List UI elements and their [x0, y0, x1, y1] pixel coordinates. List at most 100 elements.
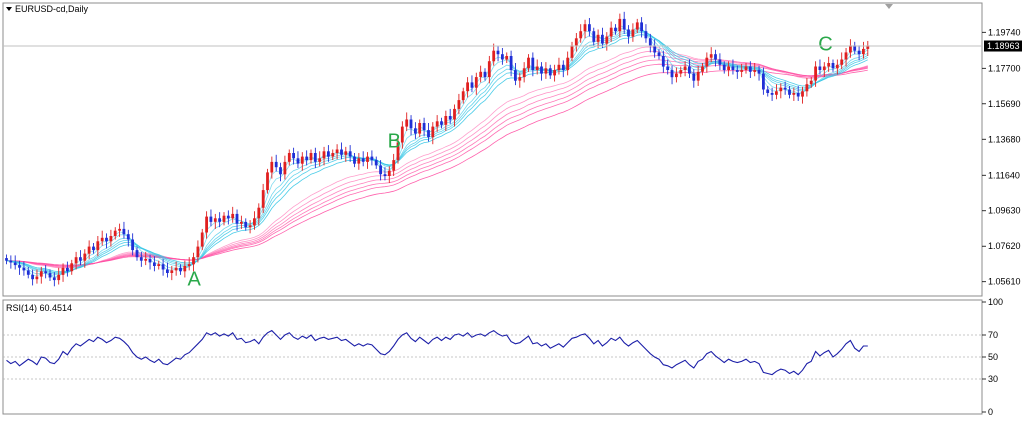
candle-body [622, 18, 626, 30]
candle-body [327, 151, 330, 157]
candle-body [31, 274, 34, 280]
rsi-tick-label: 100 [988, 297, 1003, 307]
candle-body [139, 257, 143, 261]
candle-body [644, 31, 648, 39]
candle-body [618, 18, 622, 32]
candle-body [461, 91, 465, 101]
candle-body [213, 218, 217, 222]
rsi-panel-title: RSI(14) 60.4514 [6, 303, 72, 313]
candle-body [270, 161, 274, 173]
candle-body [392, 160, 396, 171]
candle-body [83, 253, 87, 261]
candle-body [18, 265, 21, 268]
candle-body [266, 172, 269, 191]
candle-body [766, 89, 770, 93]
wave-label-a: A [188, 268, 202, 290]
candle-body [840, 59, 844, 65]
candle-body [70, 263, 74, 272]
candle-body [370, 156, 374, 161]
candle-body [39, 271, 43, 277]
candle-body [253, 218, 256, 226]
candle-body [87, 246, 91, 254]
price-tick-label: 1.19740 [988, 27, 1021, 37]
candle-body [757, 70, 761, 74]
candle-body [157, 264, 161, 266]
candle-body [670, 70, 674, 78]
candle-body [109, 236, 113, 242]
candle-body [844, 52, 848, 60]
candle-body [205, 216, 208, 233]
candle-body [240, 221, 243, 224]
candle-body [96, 241, 100, 251]
candle-body [792, 93, 796, 95]
candle-body [192, 257, 195, 265]
candle-body [818, 66, 822, 70]
candle-body [74, 257, 78, 264]
last-price-label: 1.18963 [984, 40, 1022, 52]
candle-body [631, 29, 635, 37]
candle-body [835, 64, 839, 69]
candle-body [514, 70, 517, 81]
candle-body [831, 63, 835, 69]
price-axis: 1.19740 1.17700 1.15690 1.13680 1.11640 1.096… [982, 27, 1021, 287]
candle-body [640, 22, 643, 32]
rsi-tick-label: 30 [988, 374, 998, 384]
price-tick-label: 1.17700 [988, 63, 1021, 73]
candle-body [196, 246, 200, 258]
candle-body [414, 128, 417, 134]
candle-body [675, 73, 678, 78]
candle-body [635, 22, 639, 30]
candle-body [731, 66, 735, 70]
price-tick-label: 1.13680 [988, 134, 1021, 144]
candle-body [748, 66, 752, 72]
candle-body [444, 116, 448, 125]
candle-body [753, 70, 757, 72]
candle-body [440, 121, 443, 125]
wave-label-c: C [818, 34, 832, 56]
candle-body [148, 258, 152, 263]
candle-body [353, 156, 356, 164]
price-panel-title: EURUSD-cd,Daily [15, 4, 89, 14]
candle-body [235, 213, 239, 224]
candle-body [466, 82, 469, 92]
candle-body [431, 126, 435, 138]
candle-body [614, 27, 617, 32]
candle-body [553, 70, 556, 76]
candle-body [574, 38, 578, 46]
candle-body [483, 71, 487, 78]
candle-body [570, 45, 574, 58]
candle-body [231, 213, 235, 219]
candle-body [161, 264, 165, 270]
candle-body [661, 56, 665, 67]
candle-body [501, 54, 504, 60]
candle-body [796, 93, 800, 97]
rsi-tick-label: 50 [988, 352, 998, 362]
candle-body [322, 151, 326, 159]
candle-body [596, 34, 600, 42]
candle-body [696, 71, 700, 81]
candle-body [44, 271, 48, 274]
candle-body [331, 153, 335, 157]
candle-body [209, 216, 213, 222]
candle-body [557, 64, 561, 71]
candle-body [300, 156, 304, 164]
candle-body [427, 130, 430, 138]
candle-body [318, 158, 322, 162]
candle-body [453, 108, 456, 120]
candle-body [405, 119, 409, 127]
candle-body [448, 116, 452, 120]
candle-body [762, 73, 765, 90]
candle-body [313, 153, 317, 162]
candle-body [257, 207, 261, 219]
candle-body [57, 274, 61, 281]
candle-body [735, 70, 739, 72]
candle-body [52, 277, 56, 281]
candle-body [566, 57, 570, 71]
candle-body [827, 63, 831, 67]
candle-body [79, 257, 82, 261]
candle-body [588, 24, 591, 32]
candle-body [522, 68, 526, 78]
rsi-tick-label: 70 [988, 330, 998, 340]
candle-body [727, 66, 730, 70]
candle-body [387, 170, 391, 176]
